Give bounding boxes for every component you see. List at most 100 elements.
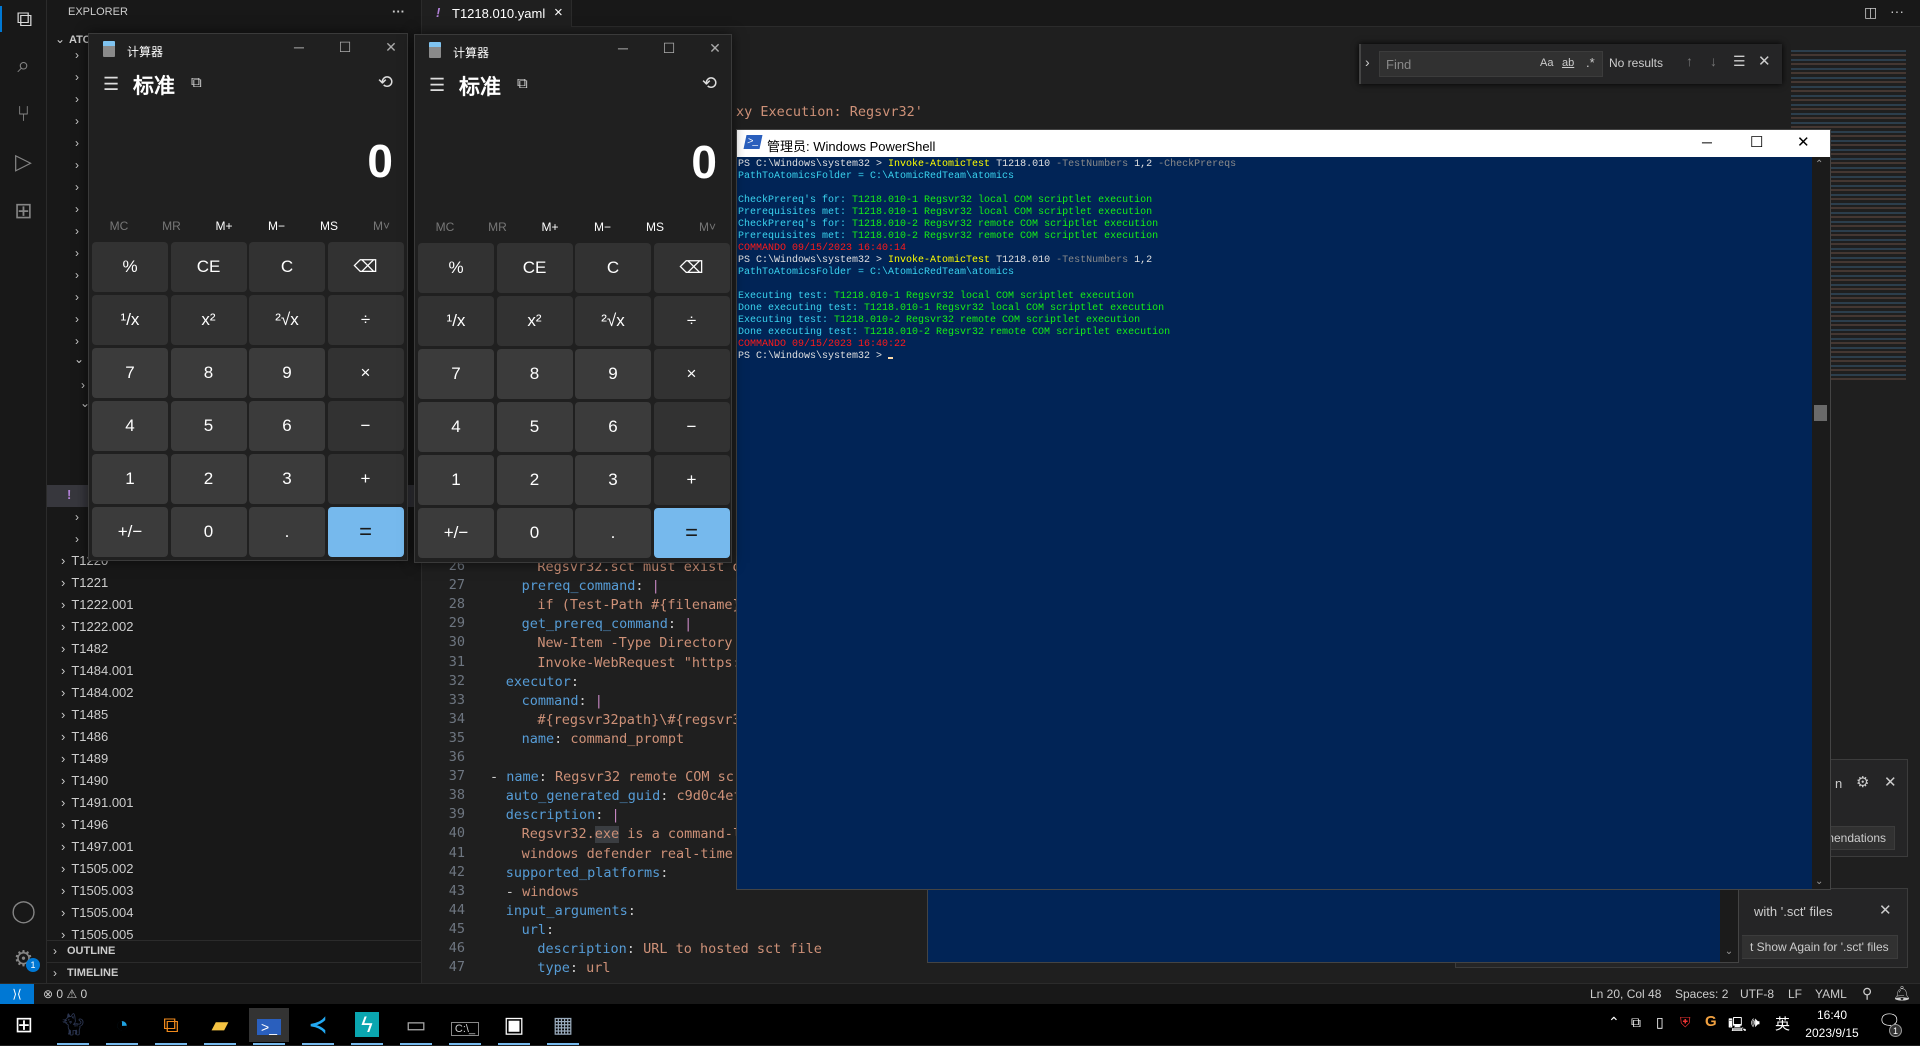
clear-entry-button[interactable]: CE	[170, 242, 247, 292]
chevron-down-icon[interactable]: ⌄	[74, 352, 84, 366]
toggle-replace-icon[interactable]: ›	[1365, 54, 1370, 70]
end-of-line[interactable]: LF	[1788, 987, 1802, 1001]
four-button[interactable]: 4	[92, 401, 168, 451]
clear-button[interactable]: C	[575, 243, 651, 293]
code-line[interactable]: supported_platforms:	[506, 864, 677, 883]
square-root-button[interactable]: ²√x	[575, 296, 651, 346]
match-case-button[interactable]: Aa	[1540, 57, 1553, 69]
memory-button[interactable]: M˅	[682, 220, 734, 234]
maximize-button[interactable]: ☐	[649, 40, 689, 57]
memory-button[interactable]: MR	[472, 220, 524, 234]
encoding[interactable]: UTF-8	[1740, 987, 1774, 1001]
cat-app-icon[interactable]: 🐈︎	[53, 1008, 93, 1045]
seven-button[interactable]: 7	[92, 348, 168, 398]
tree-item[interactable]: › T1497.001	[61, 839, 134, 854]
code-line[interactable]: description: URL to hosted sct file	[537, 940, 821, 959]
vmware-icon[interactable]: ⧉	[151, 1008, 191, 1045]
clock-date[interactable]: 2023/9/15	[1800, 1026, 1864, 1040]
chevron-right-icon[interactable]: ›	[75, 268, 79, 282]
decimal-button[interactable]: .	[249, 507, 325, 557]
six-button[interactable]: 6	[249, 401, 325, 451]
tree-item[interactable]: › T1490	[61, 773, 108, 788]
tree-item[interactable]: › T1505.002	[61, 861, 134, 876]
tree-item[interactable]: › T1489	[61, 751, 108, 766]
memory-button[interactable]: MR	[146, 219, 198, 233]
zero-button[interactable]: 0	[496, 508, 573, 558]
chevron-right-icon[interactable]: ›	[53, 966, 57, 980]
multiply-button[interactable]: ×	[653, 349, 730, 399]
scroll-down-icon[interactable]: ⌄	[1815, 876, 1823, 887]
indentation[interactable]: Spaces: 2	[1675, 987, 1728, 1001]
close-icon[interactable]: ✕	[1879, 901, 1892, 919]
more-actions-icon[interactable]: ···	[1890, 3, 1904, 19]
divide-button[interactable]: ÷	[653, 296, 730, 346]
cursor-position[interactable]: Ln 20, Col 48	[1590, 987, 1661, 1001]
show-hidden-icons-icon[interactable]: ⌃	[1608, 1014, 1620, 1031]
store-icon[interactable]: ▣	[494, 1008, 534, 1045]
cmd-icon[interactable]: C:\_	[445, 1008, 485, 1045]
plus-button[interactable]: +	[327, 454, 404, 504]
zero-button[interactable]: 0	[170, 507, 247, 557]
maximize-button[interactable]: ☐	[325, 39, 365, 56]
memory-button[interactable]: M+	[198, 219, 250, 233]
code-line[interactable]: prereq_command: |	[522, 577, 660, 596]
minus-button[interactable]: −	[653, 402, 730, 452]
code-line[interactable]: description: |	[506, 806, 620, 825]
chevron-right-icon[interactable]: ›	[75, 136, 79, 150]
tree-item[interactable]: › T1485	[61, 707, 108, 722]
hamburger-menu-icon[interactable]: ☰	[429, 75, 445, 96]
square-button[interactable]: x²	[496, 296, 573, 346]
chevron-right-icon[interactable]: ›	[75, 290, 79, 304]
account-icon[interactable]: ◯	[0, 898, 47, 924]
hamburger-menu-icon[interactable]: ☰	[103, 74, 119, 95]
square-root-button[interactable]: ²√x	[249, 295, 325, 345]
console-scrollbar[interactable]: ⌃ ⌄	[1812, 157, 1830, 889]
chevron-right-icon[interactable]: ›	[75, 246, 79, 260]
notifications-bell-icon[interactable]: 🔔︎	[1893, 985, 1911, 1002]
console-output[interactable]: PS C:\Windows\system32 > Invoke-AtomicTe…	[738, 159, 1236, 363]
equals-button[interactable]: =	[653, 508, 730, 558]
dont-show-again-button[interactable]: t Show Again for '.sct' files	[1742, 935, 1898, 959]
code-line[interactable]: - name: Regsvr32 remote COM scri	[490, 768, 750, 787]
timeline-section[interactable]: TIMELINE	[67, 967, 118, 979]
keep-on-top-icon[interactable]: ⧉	[191, 74, 202, 91]
history-icon[interactable]: ⟲	[702, 73, 717, 94]
percent-button[interactable]: %	[418, 243, 494, 293]
tree-item[interactable]: › T1496	[61, 817, 108, 832]
feedback-icon[interactable]: ⚲	[1862, 985, 1872, 1002]
calculator-icon[interactable]: ▦	[543, 1008, 583, 1045]
eight-button[interactable]: 8	[170, 348, 247, 398]
backspace-button[interactable]: ⌫	[653, 243, 730, 293]
code-line[interactable]: url:	[522, 921, 563, 940]
code-line[interactable]: windows defender real-time p	[522, 845, 750, 864]
six-button[interactable]: 6	[575, 402, 651, 452]
memory-button[interactable]: M−	[577, 220, 629, 234]
four-button[interactable]: 4	[418, 402, 494, 452]
tree-item[interactable]: › T1484.001	[61, 663, 134, 678]
minimize-button[interactable]: ─	[603, 40, 643, 56]
code-line[interactable]: input_arguments:	[506, 902, 644, 921]
chevron-down-icon[interactable]: ⌄	[55, 32, 65, 46]
chevron-right-icon[interactable]: ›	[75, 312, 79, 326]
chevron-right-icon[interactable]: ›	[75, 48, 79, 62]
five-button[interactable]: 5	[170, 401, 247, 451]
divide-button[interactable]: ÷	[327, 295, 404, 345]
one-button[interactable]: 1	[418, 455, 494, 505]
more-actions-button[interactable]: ···	[392, 4, 405, 19]
edge-icon[interactable]: ◔	[102, 1008, 142, 1045]
tree-item[interactable]: › T1491.001	[61, 795, 134, 810]
chevron-right-icon[interactable]: ›	[75, 202, 79, 216]
input-method[interactable]: 英	[1775, 1013, 1790, 1034]
history-icon[interactable]: ⟲	[378, 72, 393, 93]
chevron-right-icon[interactable]: ›	[75, 114, 79, 128]
run-debug-icon[interactable]: ▷	[0, 149, 47, 175]
tree-item[interactable]: › T1486	[61, 729, 108, 744]
code-line[interactable]: #{regsvr32path}\#{regsvr32	[537, 711, 748, 730]
chevron-right-icon[interactable]: ›	[81, 378, 85, 392]
minimize-button[interactable]: ─	[279, 39, 319, 55]
square-button[interactable]: x²	[170, 295, 247, 345]
g-app-icon[interactable]: G	[1705, 1013, 1717, 1030]
memory-button[interactable]: MS	[629, 220, 681, 234]
usb-icon[interactable]: ▯	[1656, 1014, 1664, 1031]
code-line[interactable]: New-Item -Type Directory (	[537, 634, 748, 653]
